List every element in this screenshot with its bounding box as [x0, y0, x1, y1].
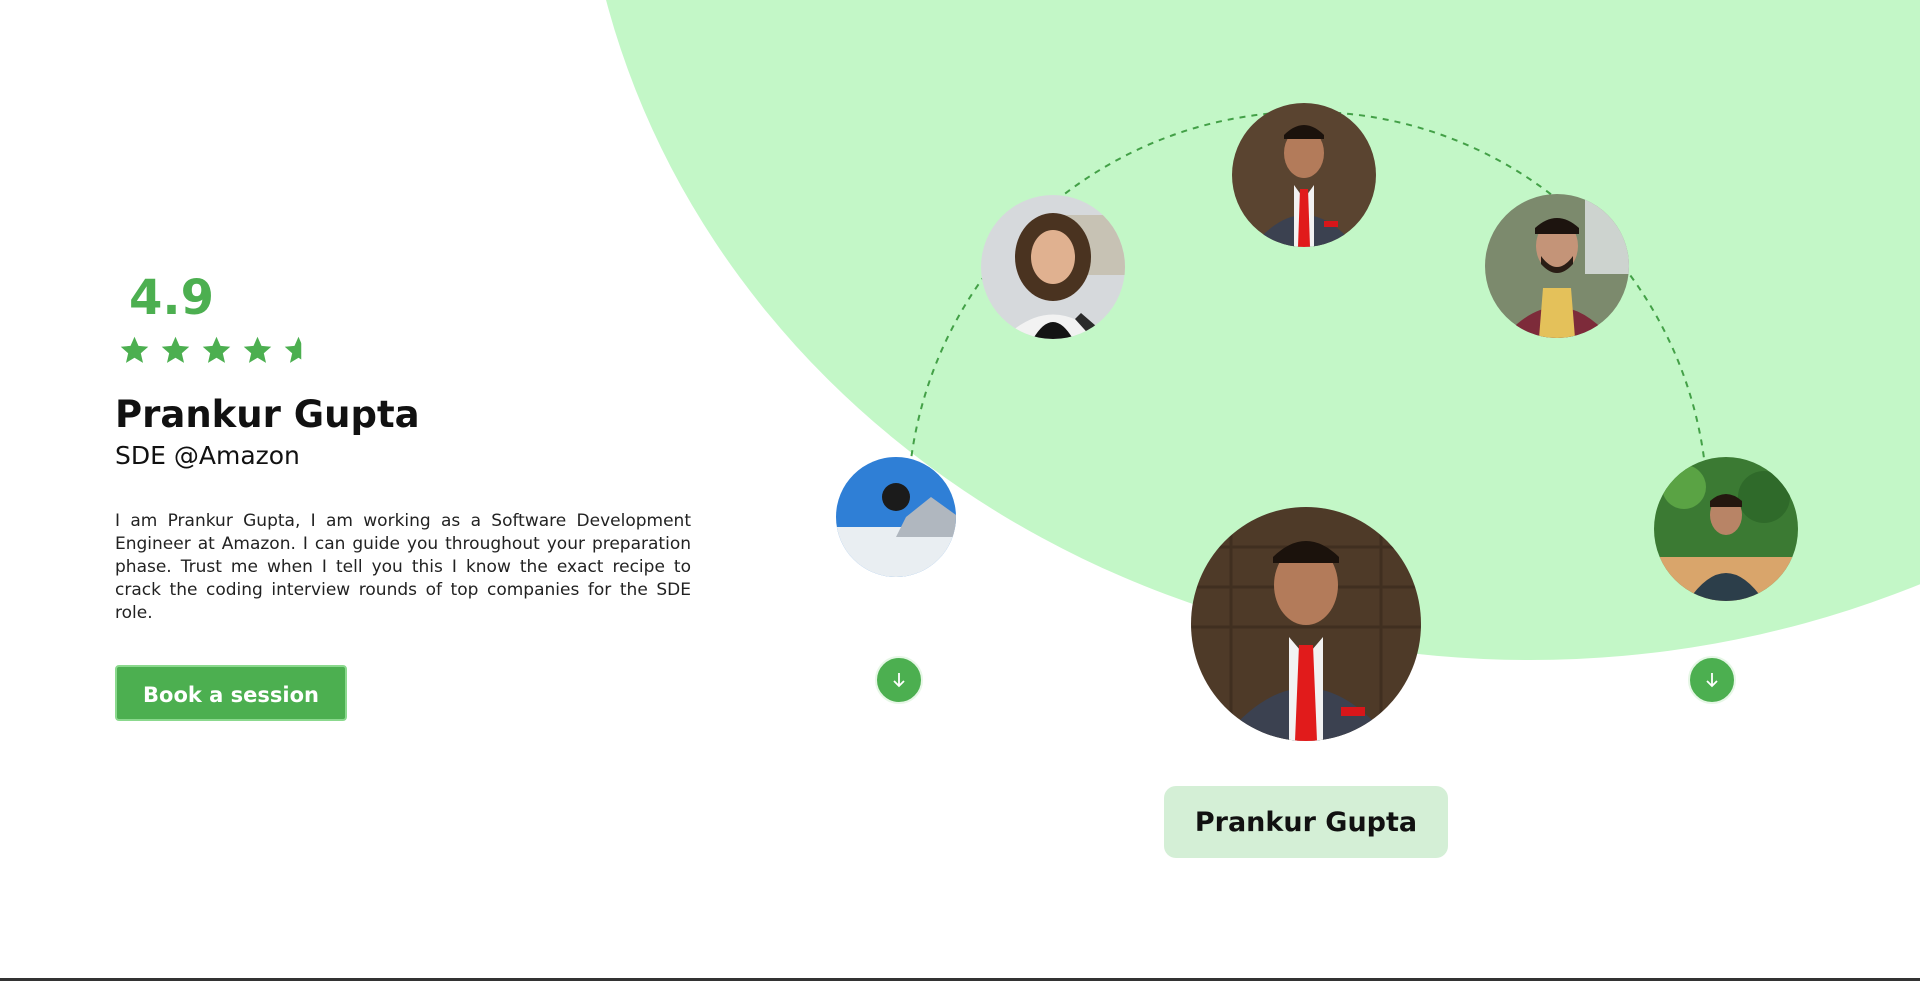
rating-value: 4.9: [129, 270, 215, 326]
mentor-bio: I am Prankur Gupta, I am working as a So…: [115, 511, 691, 624]
arrow-down-icon: [1706, 673, 1718, 688]
selected-mentor-name: Prankur Gupta: [1194, 806, 1418, 838]
selected-mentor-avatar[interactable]: [1191, 507, 1421, 741]
half-star-icon: [284, 336, 302, 363]
star-icon: [120, 336, 149, 363]
mentor-page: 4.9 Prankur Gupta SDE @Amazon I am Prank…: [0, 0, 1920, 981]
selected-mentor-name-card: Prankur Gupta: [1164, 786, 1448, 858]
star-icon: [243, 336, 272, 363]
mentor-avatar[interactable]: [1232, 103, 1376, 247]
carousel-right-button[interactable]: [1688, 656, 1736, 704]
star-icon: [202, 336, 231, 363]
mentor-info-panel: 4.9 Prankur Gupta SDE @Amazon I am Prank…: [115, 270, 691, 721]
carousel-left-button[interactable]: [875, 656, 923, 704]
book-session-button[interactable]: Book a session: [115, 664, 347, 721]
mentor-avatar[interactable]: [981, 195, 1125, 339]
mentor-name: Prankur Gupta: [115, 392, 420, 436]
arrow-down-icon: [893, 673, 905, 688]
mentor-avatar[interactable]: [836, 457, 956, 577]
mentor-avatar[interactable]: [1654, 457, 1798, 601]
mentor-role: SDE @Amazon: [115, 441, 300, 471]
star-icon: [161, 336, 190, 363]
mentor-avatar[interactable]: [1485, 194, 1629, 338]
star-rating: [118, 334, 691, 367]
